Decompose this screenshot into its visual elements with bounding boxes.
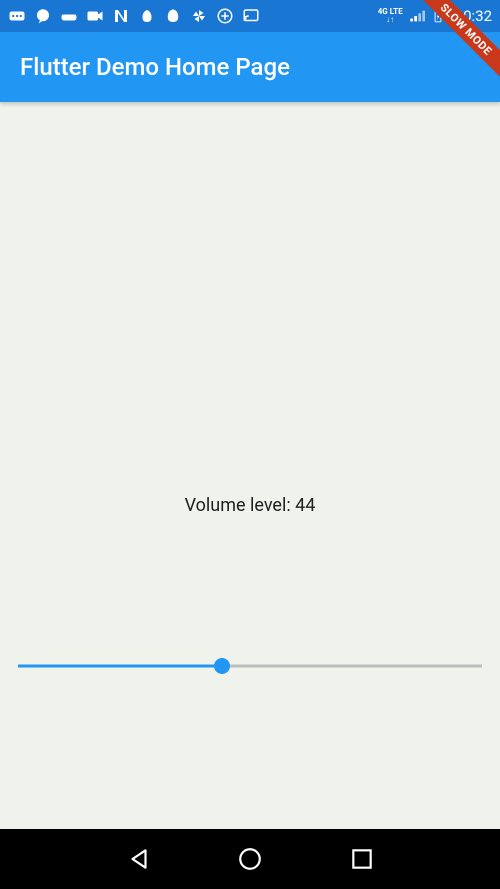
lte-indicator: 4G LTE ↓↑ xyxy=(378,8,403,24)
messages-icon xyxy=(8,7,26,25)
battery-charging-icon xyxy=(431,7,445,25)
volume-level-label: Volume level: 44 xyxy=(0,495,500,516)
game-icon xyxy=(60,7,78,25)
volume-value: 44 xyxy=(295,495,315,516)
creature-icon xyxy=(138,7,156,25)
status-icons-right: 4G LTE ↓↑ 10:32 xyxy=(378,7,492,25)
cast-icon xyxy=(242,7,260,25)
status-clock: 10:32 xyxy=(455,7,492,25)
app-bar-title: Flutter Demo Home Page xyxy=(20,53,290,81)
signal-icon xyxy=(409,8,425,24)
slider-thumb[interactable] xyxy=(214,658,230,674)
add-circle-icon xyxy=(216,7,234,25)
content-body: Volume level: 44 xyxy=(0,102,500,829)
home-button[interactable] xyxy=(237,846,263,872)
android-status-bar: 4G LTE ↓↑ 10:32 xyxy=(0,0,500,32)
android-nav-bar xyxy=(0,829,500,889)
chat-icon xyxy=(34,7,52,25)
video-icon xyxy=(86,7,104,25)
n-icon xyxy=(112,7,130,25)
status-icons-left xyxy=(8,7,260,25)
pinwheel-icon xyxy=(190,7,208,25)
volume-slider[interactable] xyxy=(18,656,482,676)
recents-button[interactable] xyxy=(349,846,375,872)
creature2-icon xyxy=(164,7,182,25)
app-bar: Flutter Demo Home Page xyxy=(0,32,500,102)
slider-track-active xyxy=(18,665,222,668)
back-button[interactable] xyxy=(126,846,152,872)
